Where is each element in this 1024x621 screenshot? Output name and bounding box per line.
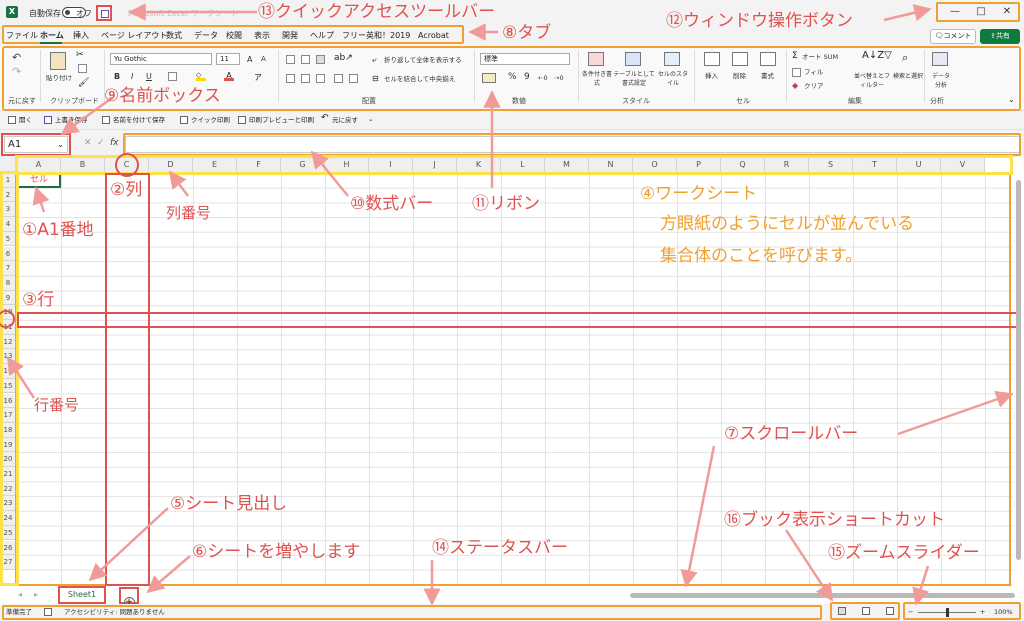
arrow-view — [784, 529, 834, 602]
arrow-sheet — [88, 507, 169, 582]
label-worksheet: ④ワークシート — [640, 184, 758, 204]
label-scrollbar: ⑦スクロールバー — [724, 424, 859, 444]
arrow-coln — [168, 170, 189, 197]
arrow-scroll1 — [897, 390, 1014, 436]
label-a1: ①A1番地 — [22, 220, 94, 240]
arrow-scroll2 — [680, 445, 716, 588]
worksheet-desc-2: 集合体のことを呼びます。 — [660, 246, 863, 266]
label-row-header: 行番号 — [34, 396, 80, 414]
arrow-a1 — [32, 186, 50, 213]
arrow-rown — [6, 356, 36, 399]
label-tab: ⑧タブ — [502, 23, 552, 43]
label-column: ②列 — [110, 180, 143, 200]
arrow-zoom — [912, 565, 930, 606]
label-window-buttons: ⑫ウィンドウ操作ボタン — [666, 11, 853, 31]
arrow-formula — [310, 150, 349, 197]
label-formula: ⑩数式バー — [350, 194, 434, 214]
label-sheet-tab: ⑤シート見出し — [170, 494, 288, 514]
label-namebox: ⑨名前ボックス — [104, 86, 221, 106]
label-add-sheet: ⑥シートを増やします — [192, 542, 361, 562]
label-row: ③行 — [22, 290, 55, 310]
label-ribbon: ⑪リボン — [472, 194, 540, 214]
worksheet-desc-1: 方眼紙のようにセルが並んでいる — [660, 214, 915, 234]
label-qat: ⑬クイックアクセスツールバー — [258, 2, 496, 22]
label-statusbar: ⑭ステータスバー — [432, 538, 568, 558]
label-column-header: 列番号 — [166, 204, 212, 222]
arrow-add — [146, 555, 191, 594]
label-view-shortcuts: ⑯ブック表示ショートカット — [724, 510, 945, 530]
label-zoom: ⑮ズームスライダー — [828, 543, 980, 563]
arrow-window — [883, 4, 932, 22]
